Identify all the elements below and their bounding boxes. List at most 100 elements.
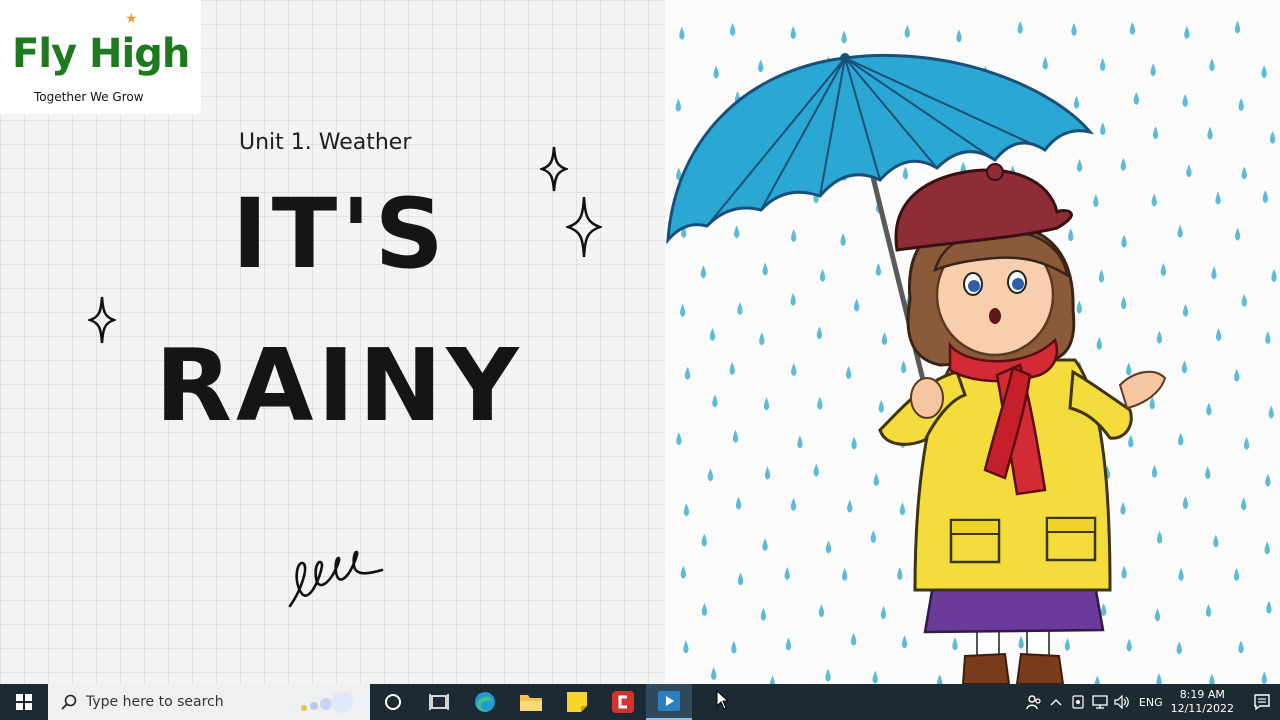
raindrop bbox=[1271, 268, 1277, 282]
raindrop bbox=[675, 98, 681, 112]
raindrop bbox=[1186, 164, 1192, 178]
raindrop bbox=[851, 436, 857, 450]
camtasia-icon bbox=[612, 691, 634, 713]
raindrop bbox=[881, 332, 888, 346]
mouse-cursor-icon bbox=[716, 690, 730, 710]
clock-date: 12/11/2022 bbox=[1170, 702, 1234, 715]
raindrop bbox=[878, 399, 884, 413]
raindrop bbox=[1181, 360, 1188, 374]
people-icon[interactable] bbox=[1023, 684, 1045, 720]
raindrop bbox=[825, 668, 831, 682]
sparkle-icon bbox=[540, 146, 568, 192]
raindrop bbox=[817, 396, 823, 410]
raindrop bbox=[901, 635, 908, 649]
raindrop bbox=[1042, 56, 1048, 70]
sticky-notes-icon bbox=[567, 692, 587, 712]
raindrop bbox=[1182, 303, 1189, 317]
search-highlight-icon bbox=[301, 691, 353, 713]
taskbar-search-box[interactable]: Type here to search bbox=[48, 684, 370, 720]
meet-now-icon[interactable] bbox=[1067, 684, 1089, 720]
media-player-icon bbox=[658, 691, 680, 711]
raindrop bbox=[734, 225, 740, 239]
raindrop bbox=[711, 667, 717, 681]
volume-icon[interactable] bbox=[1111, 684, 1133, 720]
raindrop bbox=[1128, 434, 1134, 448]
raindrop bbox=[791, 363, 797, 377]
raindrop bbox=[1238, 640, 1244, 654]
raindrop bbox=[1268, 405, 1274, 419]
raindrop bbox=[679, 303, 686, 317]
raindrop bbox=[712, 394, 718, 408]
start-button[interactable] bbox=[0, 684, 48, 720]
raindrop bbox=[1209, 58, 1215, 72]
raindrop bbox=[759, 332, 765, 346]
media-player-button[interactable] bbox=[646, 684, 692, 720]
task-view-icon bbox=[429, 694, 449, 710]
windows-taskbar: Type here to search ENG 8:19 AM 12/11/20… bbox=[0, 684, 1280, 720]
raindrop bbox=[1121, 234, 1127, 248]
search-icon bbox=[58, 691, 80, 713]
clock-time: 8:19 AM bbox=[1179, 688, 1225, 702]
raindrop bbox=[1184, 25, 1190, 39]
raindrop bbox=[684, 366, 691, 380]
network-icon[interactable] bbox=[1089, 684, 1111, 720]
raindrop bbox=[1076, 159, 1083, 173]
raindrop bbox=[731, 640, 737, 654]
raindrop bbox=[1100, 122, 1106, 136]
raindrop bbox=[732, 429, 739, 443]
raindrop bbox=[897, 567, 903, 581]
raindrop bbox=[1261, 671, 1267, 684]
file-explorer-icon bbox=[520, 695, 542, 711]
raindrop bbox=[1264, 541, 1270, 555]
rain-illustration bbox=[666, 20, 1277, 684]
raindrop bbox=[1156, 530, 1163, 544]
chevron-up-icon[interactable] bbox=[1045, 684, 1067, 720]
raindrop bbox=[680, 565, 686, 579]
raindrop bbox=[1206, 402, 1212, 416]
raindrop bbox=[1241, 293, 1247, 307]
raindrop bbox=[1160, 262, 1167, 276]
slide-title-line1: IT'S bbox=[232, 178, 448, 290]
raindrop bbox=[1064, 637, 1071, 651]
input-language-indicator[interactable]: ENG bbox=[1139, 696, 1163, 709]
system-tray: ENG 8:19 AM 12/11/2022 bbox=[1023, 684, 1280, 720]
file-explorer-button[interactable] bbox=[508, 684, 554, 720]
raindrop bbox=[760, 607, 767, 621]
raindrop bbox=[737, 572, 744, 586]
task-view-button[interactable] bbox=[416, 684, 462, 720]
raindrop bbox=[1093, 194, 1099, 208]
raindrop bbox=[902, 166, 909, 180]
clock[interactable]: 8:19 AM 12/11/2022 bbox=[1171, 688, 1234, 716]
logo-name: Fly High bbox=[12, 31, 190, 77]
raindrop bbox=[1205, 466, 1211, 480]
edge-icon bbox=[475, 692, 495, 712]
raindrop bbox=[956, 29, 962, 43]
raindrop bbox=[872, 670, 878, 684]
raindrop bbox=[762, 262, 768, 276]
raindrop bbox=[1151, 193, 1157, 207]
raindrop bbox=[904, 24, 910, 38]
raindrop bbox=[1266, 600, 1272, 614]
raindrop bbox=[1151, 464, 1158, 478]
raindrop bbox=[1261, 65, 1267, 79]
raindrop bbox=[790, 292, 796, 306]
notification-center-button[interactable] bbox=[1244, 684, 1280, 720]
raindrop bbox=[1121, 296, 1127, 310]
raindrop bbox=[1073, 95, 1080, 109]
raindrop bbox=[729, 361, 735, 375]
raindrop bbox=[880, 606, 887, 620]
camtasia-button[interactable] bbox=[600, 684, 646, 720]
edge-button[interactable] bbox=[462, 684, 508, 720]
raindrop bbox=[758, 59, 764, 73]
raindrop bbox=[1152, 126, 1159, 140]
raindrop bbox=[850, 632, 857, 646]
cortana-button[interactable] bbox=[370, 684, 416, 720]
raindrop bbox=[700, 265, 707, 279]
raindrop bbox=[1068, 228, 1074, 242]
raindrop bbox=[735, 496, 742, 510]
raindrop bbox=[683, 640, 689, 654]
raindrop bbox=[1209, 673, 1215, 684]
slide-left-panel: Fly High ★ Together We Grow Unit 1. Weat… bbox=[0, 0, 665, 684]
raindrop bbox=[729, 22, 736, 36]
sticky-notes-button[interactable] bbox=[554, 684, 600, 720]
